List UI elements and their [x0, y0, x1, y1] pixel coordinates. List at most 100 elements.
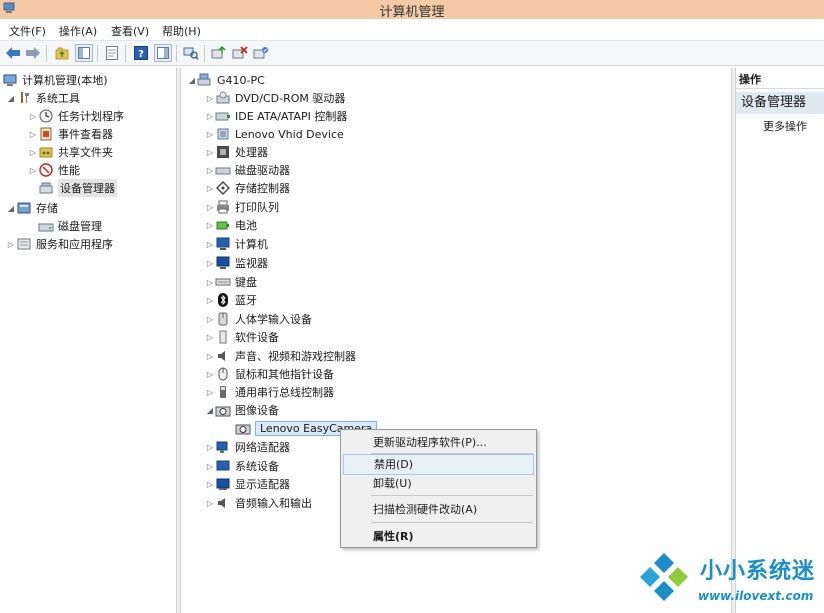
update-driver-icon[interactable] [210, 44, 228, 62]
device-category-label: 磁盘驱动器 [235, 164, 290, 177]
expand-arrow-icon[interactable]: ▷ [205, 130, 215, 139]
expand-arrow-icon[interactable]: ▷ [205, 296, 215, 305]
expand-arrow-icon[interactable]: ▷ [205, 333, 215, 342]
device-category-mice[interactable]: ▷ 鼠标和其他指针设备 [205, 365, 334, 383]
collapse-arrow-icon[interactable]: ◢ [6, 94, 16, 103]
tree-item-event-viewer[interactable]: ▷ 事件查看器 [28, 125, 113, 143]
collapse-arrow-icon[interactable]: ◢ [6, 204, 16, 213]
collapse-arrow-icon[interactable]: ◢ [205, 406, 215, 415]
tree-item-disk-management[interactable]: 磁盘管理 [38, 217, 102, 235]
expand-arrow-icon[interactable]: ▷ [205, 499, 215, 508]
device-category-label: 人体学输入设备 [235, 313, 312, 326]
device-category-storage-controllers[interactable]: ▷ 存储控制器 [205, 179, 290, 197]
device-category-battery[interactable]: ▷ 电池 [205, 216, 257, 234]
tree-item-label: 性能 [58, 164, 80, 177]
show-hide-tree-icon[interactable] [75, 44, 93, 62]
menu-scan-hardware[interactable]: 扫描检测硬件改动(A) [343, 499, 534, 520]
device-category-sound-video[interactable]: ▷ 声音、视频和游戏控制器 [205, 347, 356, 365]
device-category-dvd[interactable]: ▷ DVD/CD-ROM 驱动器 [205, 89, 345, 107]
menu-view[interactable]: 查看(V) [111, 23, 149, 39]
device-category-computer[interactable]: ▷ 计算机 [205, 235, 268, 253]
back-arrow-icon[interactable] [4, 44, 22, 62]
watermark-url: www.ilovext.com [698, 589, 814, 603]
expand-arrow-icon[interactable]: ▷ [205, 184, 215, 193]
up-folder-icon[interactable] [53, 44, 71, 62]
tree-item-label: 任务计划程序 [58, 110, 124, 123]
more-actions-link[interactable]: 更多操作 [763, 118, 807, 134]
forward-arrow-icon[interactable] [24, 44, 42, 62]
menu-file[interactable]: 文件(F) [9, 23, 46, 39]
tree-item-computer-management[interactable]: 计算机管理(本地) [2, 71, 108, 89]
device-category-label: DVD/CD-ROM 驱动器 [235, 92, 346, 105]
expand-arrow-icon[interactable]: ▷ [205, 259, 215, 268]
tree-item-shared-folders[interactable]: ▷ 共享文件夹 [28, 143, 113, 161]
expand-arrow-icon[interactable]: ▷ [205, 240, 215, 249]
enable-device-icon[interactable] [252, 44, 270, 62]
device-category-usb[interactable]: ▷ 通用串行总线控制器 [205, 383, 334, 401]
device-category-processor[interactable]: ▷ 处理器 [205, 143, 268, 161]
expand-arrow-icon[interactable]: ▷ [205, 388, 215, 397]
menu-help[interactable]: 帮助(H) [162, 23, 201, 39]
shared-folder-icon [38, 145, 54, 159]
device-category-print-queues[interactable]: ▷ 打印队列 [205, 198, 279, 216]
expand-arrow-icon[interactable]: ▷ [205, 221, 215, 230]
expand-arrow-icon[interactable]: ▷ [205, 480, 215, 489]
expand-arrow-icon[interactable]: ▷ [205, 462, 215, 471]
menu-disable[interactable]: 禁用(D) [343, 454, 534, 475]
device-category-monitors[interactable]: ▷ 监视器 [205, 254, 268, 272]
menu-action[interactable]: 操作(A) [59, 23, 97, 39]
help-icon[interactable]: ? [132, 44, 150, 62]
mouse-icon [215, 367, 231, 381]
tree-item-device-manager[interactable]: 设备管理器 [38, 179, 117, 197]
device-category-label: 通用串行总线控制器 [235, 386, 334, 399]
device-category-lenovo-vhid[interactable]: ▷ Lenovo Vhid Device [205, 125, 344, 143]
device-category-software-devices[interactable]: ▷ 软件设备 [205, 328, 279, 346]
expand-arrow-icon[interactable]: ▷ [205, 112, 215, 121]
scan-hardware-icon[interactable] [182, 44, 200, 62]
expand-arrow-icon[interactable]: ▷ [205, 315, 215, 324]
uninstall-device-icon[interactable] [231, 44, 249, 62]
tree-item-services-applications[interactable]: ▷ 服务和应用程序 [6, 235, 113, 253]
collapse-arrow-icon[interactable]: ◢ [187, 76, 197, 85]
expand-arrow-icon[interactable]: ▷ [205, 94, 215, 103]
device-category-label: 电池 [235, 219, 257, 232]
tree-item-system-tools[interactable]: ◢ 系统工具 [6, 89, 80, 107]
device-category-display-adapters[interactable]: ▷ 显示适配器 [205, 475, 290, 493]
expand-arrow-icon[interactable]: ▷ [205, 443, 215, 452]
event-viewer-icon [38, 127, 54, 141]
device-category-audio-io[interactable]: ▷ 音频输入和输出 [205, 494, 312, 512]
menu-properties[interactable]: 属性(R) [343, 526, 534, 547]
device-category-label: 声音、视频和游戏控制器 [235, 350, 356, 363]
keyboard-icon [215, 275, 231, 289]
expand-arrow-icon[interactable]: ▷ [28, 112, 38, 121]
expand-arrow-icon[interactable]: ▷ [205, 166, 215, 175]
show-action-pane-icon[interactable] [154, 44, 172, 62]
device-category-network-adapters[interactable]: ▷ 网络适配器 [205, 438, 290, 456]
expand-arrow-icon[interactable]: ▷ [28, 166, 38, 175]
expand-arrow-icon[interactable]: ▷ [28, 130, 38, 139]
toolbar: ? [0, 41, 824, 66]
device-category-system-devices[interactable]: ▷ 系统设备 [205, 457, 279, 475]
expand-arrow-icon[interactable]: ▷ [6, 240, 16, 249]
expand-arrow-icon[interactable]: ▷ [28, 148, 38, 157]
actions-section-device-manager[interactable]: 设备管理器 [736, 92, 824, 114]
menu-update-driver[interactable]: 更新驱动程序软件(P)... [343, 432, 534, 453]
device-category-ide[interactable]: ▷ IDE ATA/ATAPI 控制器 [205, 107, 347, 125]
device-category-hid[interactable]: ▷ 人体学输入设备 [205, 310, 312, 328]
expand-arrow-icon[interactable]: ▷ [205, 352, 215, 361]
tree-item-storage[interactable]: ◢ 存储 [6, 199, 58, 217]
expand-arrow-icon[interactable]: ▷ [205, 370, 215, 379]
properties-sheet-icon[interactable] [103, 44, 121, 62]
device-category-disk-drives[interactable]: ▷ 磁盘驱动器 [205, 161, 290, 179]
device-category-keyboards[interactable]: ▷ 键盘 [205, 273, 257, 291]
expand-arrow-icon[interactable]: ▷ [205, 148, 215, 157]
tree-item-task-scheduler[interactable]: ▷ 任务计划程序 [28, 107, 124, 125]
device-category-imaging[interactable]: ◢ 图像设备 [205, 401, 279, 419]
device-category-label: 打印队列 [235, 201, 279, 214]
device-tree-root[interactable]: ◢ G410-PC [187, 71, 265, 89]
menu-uninstall[interactable]: 卸载(U) [343, 473, 534, 494]
device-category-bluetooth[interactable]: ▷ 蓝牙 [205, 291, 257, 309]
expand-arrow-icon[interactable]: ▷ [205, 278, 215, 287]
tree-item-performance[interactable]: ▷ 性能 [28, 161, 80, 179]
expand-arrow-icon[interactable]: ▷ [205, 203, 215, 212]
